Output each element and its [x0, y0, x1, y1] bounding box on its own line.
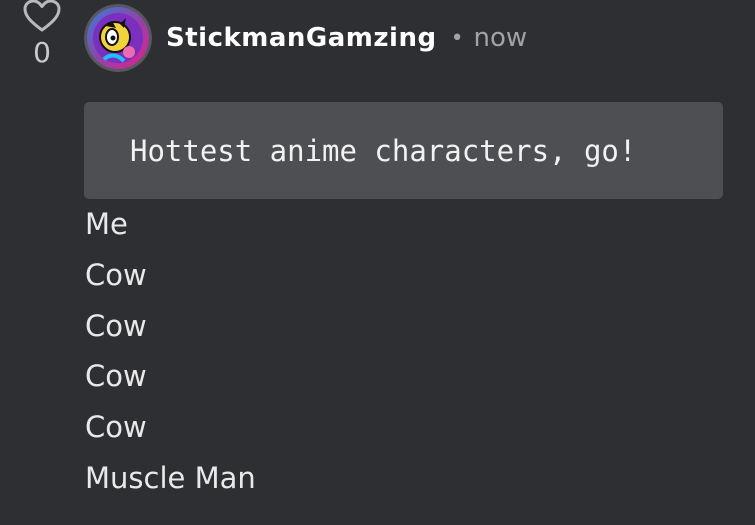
code-block: Hottest anime characters, go! [84, 102, 723, 199]
body-line: Cow [85, 308, 147, 343]
avatar[interactable] [84, 4, 152, 72]
post-timestamp: now [473, 23, 528, 53]
body-line: Cow [85, 257, 147, 292]
body-line: Cow [85, 410, 147, 445]
like-column: 0 [22, 0, 62, 69]
body-line: Cow [85, 359, 147, 394]
post-body: Me Cow Cow Cow Cow Muscle Man [85, 204, 256, 509]
body-line: Muscle Man [85, 460, 256, 495]
separator-dot: • [450, 25, 464, 51]
avatar-image [84, 4, 152, 72]
like-count: 0 [33, 36, 51, 69]
body-line: Me [85, 207, 128, 241]
heart-icon[interactable] [23, 0, 61, 32]
username-link[interactable]: StickmanGamzing [166, 23, 437, 53]
post-header: StickmanGamzing • now [84, 4, 527, 72]
